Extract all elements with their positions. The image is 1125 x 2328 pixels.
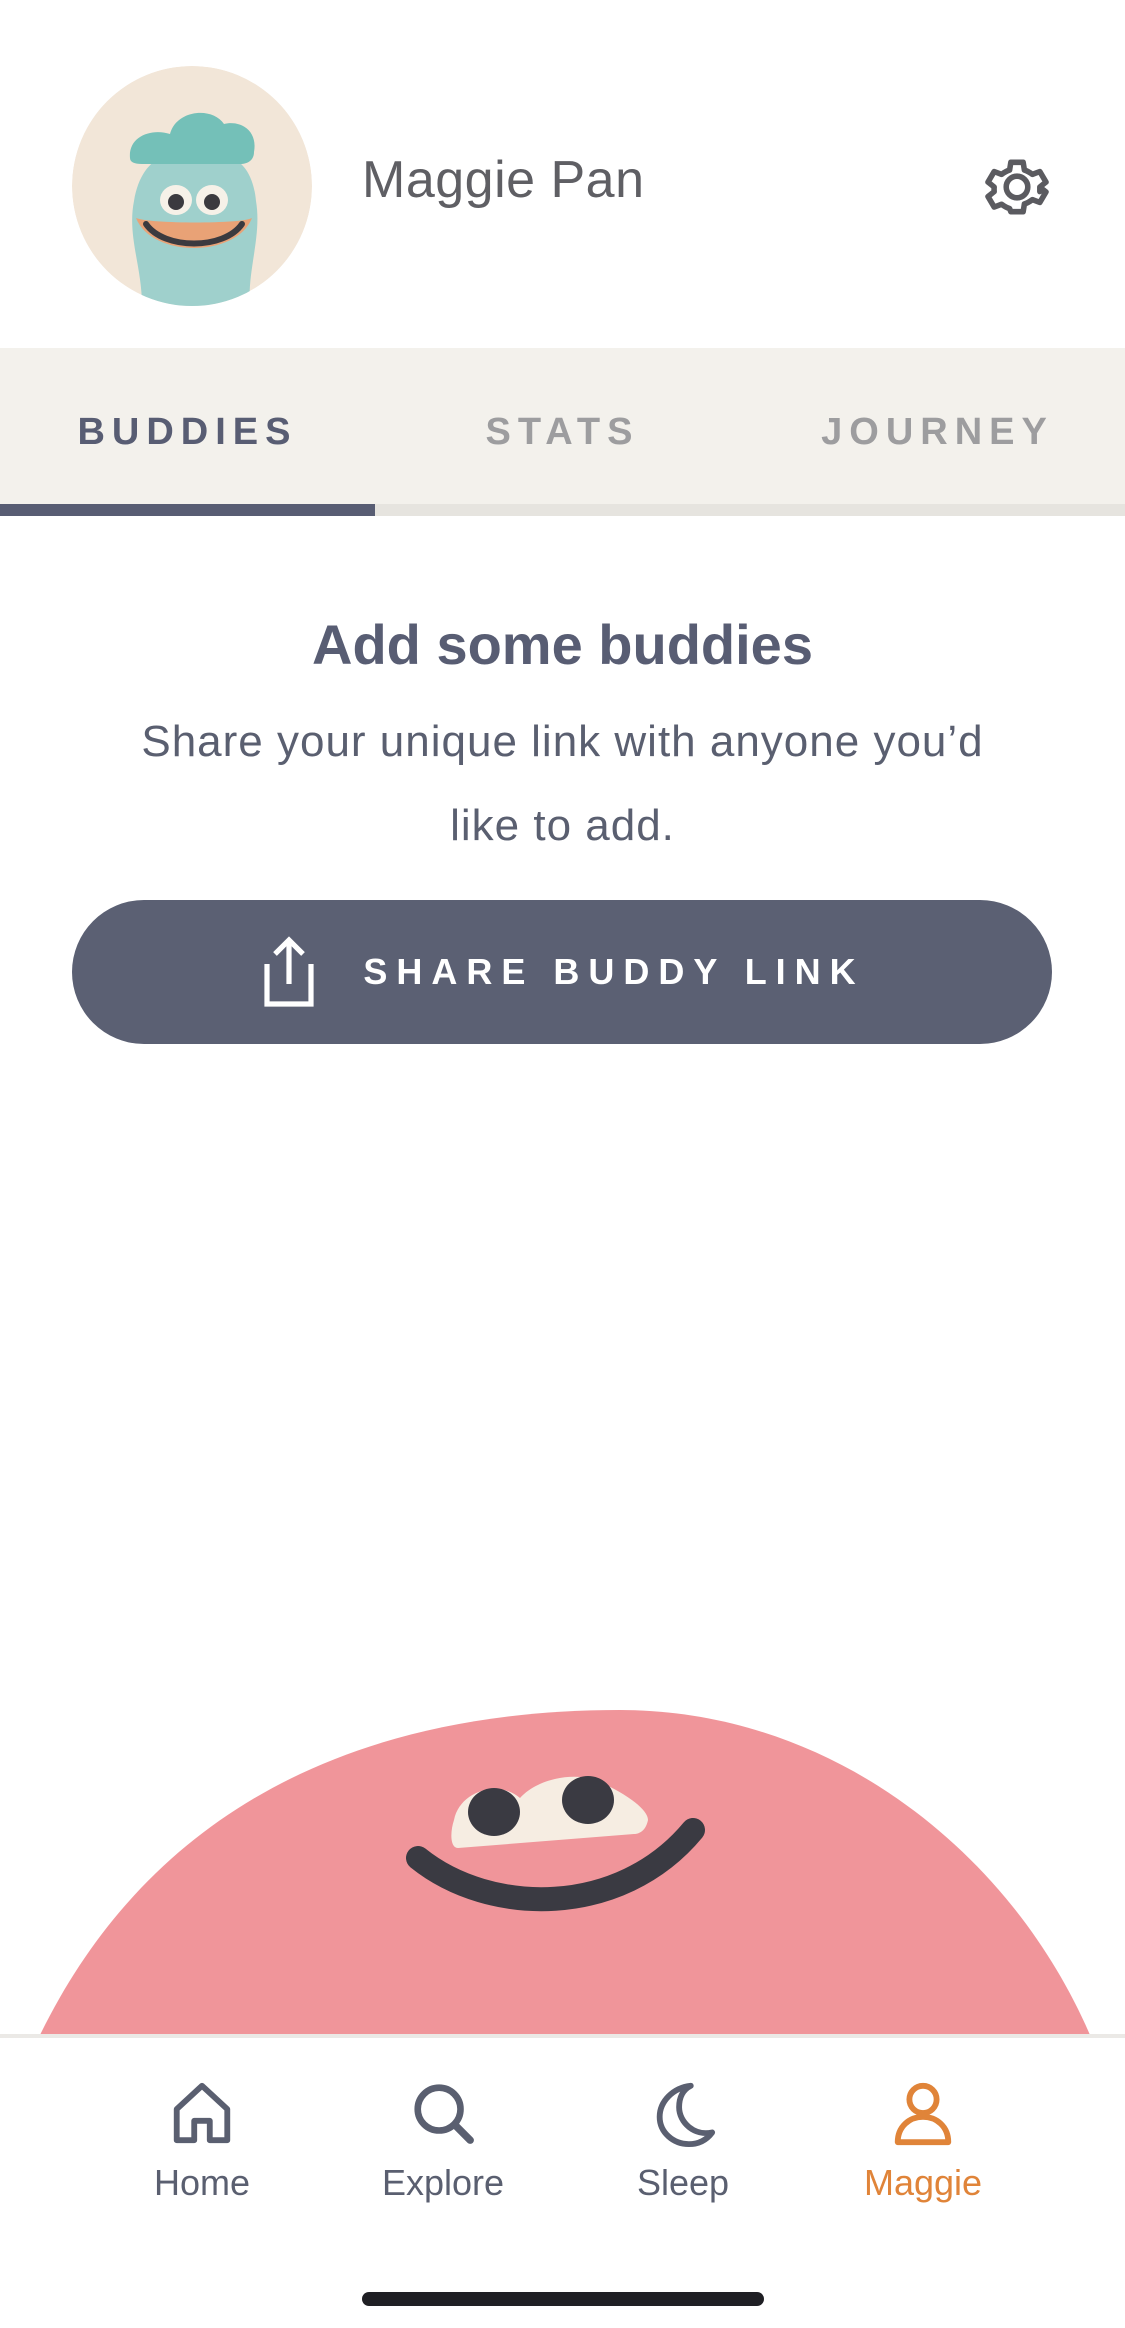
nav-label-maggie: Maggie [863, 2162, 983, 2203]
nav-item-explore[interactable]: Explore [343, 2078, 543, 2238]
moon-icon [648, 2078, 718, 2148]
tab-buddies[interactable]: BUDDIES [0, 348, 375, 516]
tab-stats[interactable]: STATS [375, 348, 750, 516]
person-icon [888, 2078, 958, 2148]
avatar[interactable] [72, 66, 312, 306]
nav-item-home[interactable]: Home [102, 2078, 302, 2238]
home-icon [167, 2078, 237, 2148]
profile-tabs: BUDDIES STATS JOURNEY [0, 348, 1125, 516]
nav-item-sleep[interactable]: Sleep [583, 2078, 783, 2238]
profile-name: Maggie Pan [362, 151, 645, 209]
share-buddy-link-button[interactable]: SHARE BUDDY LINK [72, 900, 1052, 1044]
nav-label-explore: Explore [381, 2162, 505, 2203]
home-indicator [362, 2292, 764, 2306]
nav-item-maggie[interactable]: Maggie [823, 2078, 1023, 2238]
profile-header: Maggie Pan [0, 0, 1125, 348]
blue-monster-avatar-icon [72, 66, 312, 306]
empty-state-title: Add some buddies [312, 613, 813, 676]
share-button-label: SHARE BUDDY LINK [363, 951, 865, 992]
empty-state-text: Share your unique link with anyone you’d… [141, 717, 984, 850]
share-icon [259, 936, 319, 1008]
bottom-navigation: Home Explore Sleep Maggie [0, 2034, 1125, 2328]
gear-icon [985, 159, 1049, 215]
search-icon [408, 2078, 478, 2148]
nav-label-sleep: Sleep [636, 2162, 730, 2203]
tab-active-indicator [0, 504, 375, 516]
tab-journey[interactable]: JOURNEY [750, 348, 1125, 516]
pink-buddy-illustration [0, 1680, 1125, 2035]
settings-button[interactable] [980, 150, 1054, 224]
nav-label-home: Home [153, 2162, 251, 2203]
